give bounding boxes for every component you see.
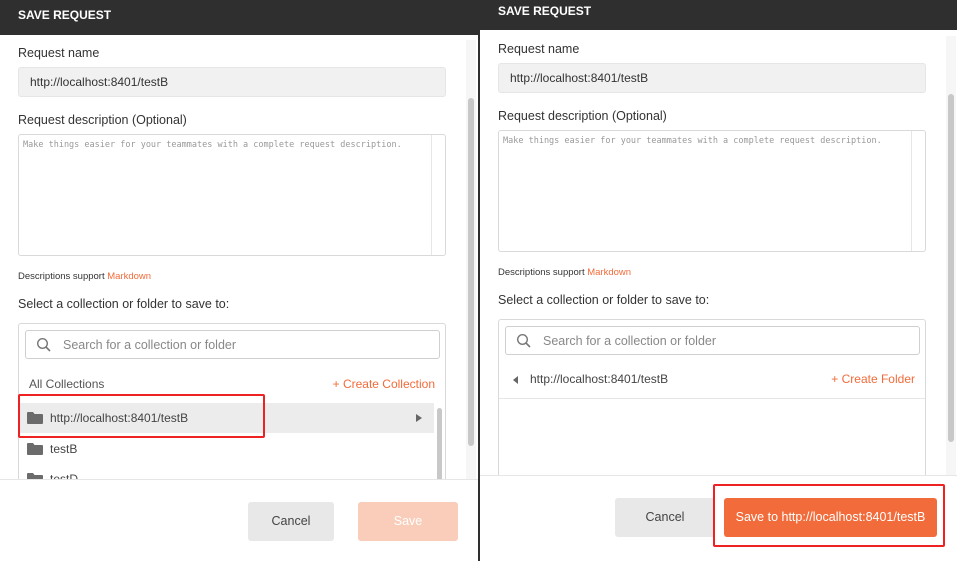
select-collection-label: Select a collection or folder to save to… bbox=[18, 297, 230, 311]
request-description-label: Request description (Optional) bbox=[18, 113, 187, 127]
hint-text: Descriptions support bbox=[18, 271, 105, 282]
request-name-label: Request name bbox=[18, 46, 100, 60]
description-placeholder: Make things easier for your teammates wi… bbox=[23, 140, 402, 150]
description-placeholder: Make things easier for your teammates wi… bbox=[503, 136, 882, 146]
request-name-input[interactable]: http://localhost:8401/testB bbox=[498, 63, 926, 93]
save-request-dialog-left: SAVE REQUEST Request name http://localho… bbox=[0, 0, 478, 561]
highlight-box bbox=[18, 394, 265, 438]
back-chevron-icon[interactable] bbox=[513, 376, 518, 384]
request-name-label: Request name bbox=[498, 42, 580, 56]
dialog-scrollbar[interactable] bbox=[468, 98, 474, 446]
select-collection-label: Select a collection or folder to save to… bbox=[498, 293, 710, 307]
dialog-title: SAVE REQUEST bbox=[480, 0, 957, 30]
all-collections-label: All Collections bbox=[29, 377, 105, 391]
markdown-link[interactable]: Markdown bbox=[107, 271, 151, 282]
textarea-scrollbar[interactable] bbox=[911, 131, 925, 251]
search-placeholder: Search for a collection or folder bbox=[543, 334, 717, 348]
textarea-scrollbar[interactable] bbox=[431, 135, 445, 255]
collection-search[interactable]: Search for a collection or folder bbox=[25, 330, 440, 359]
collection-search[interactable]: Search for a collection or folder bbox=[505, 326, 920, 355]
search-placeholder: Search for a collection or folder bbox=[63, 338, 237, 352]
collection-item-label: testB bbox=[50, 442, 78, 456]
request-description-textarea[interactable]: Make things easier for your teammates wi… bbox=[18, 134, 446, 256]
request-description-label: Request description (Optional) bbox=[498, 109, 667, 123]
dialog-title: SAVE REQUEST bbox=[0, 0, 478, 35]
save-request-dialog-right: SAVE REQUEST Request name http://localho… bbox=[480, 0, 957, 561]
request-name-input[interactable]: http://localhost:8401/testB bbox=[18, 67, 446, 97]
markdown-hint: Descriptions support Markdown bbox=[18, 271, 151, 282]
highlight-box bbox=[713, 484, 945, 547]
cancel-button[interactable]: Cancel bbox=[248, 502, 334, 541]
request-description-textarea[interactable]: Make things easier for your teammates wi… bbox=[498, 130, 926, 252]
dialog-footer: Cancel Save bbox=[0, 479, 478, 561]
save-button[interactable]: Save bbox=[358, 502, 458, 541]
list-divider bbox=[499, 398, 925, 399]
collection-picker: Search for a collection or folder http:/… bbox=[498, 319, 926, 494]
chevron-right-icon[interactable] bbox=[416, 414, 422, 422]
cancel-button[interactable]: Cancel bbox=[615, 498, 715, 537]
dialog-scrollbar[interactable] bbox=[948, 94, 954, 442]
hint-text: Descriptions support bbox=[498, 267, 585, 278]
markdown-link[interactable]: Markdown bbox=[587, 267, 631, 278]
folder-icon bbox=[27, 443, 43, 455]
collection-item[interactable]: testB bbox=[19, 434, 434, 464]
markdown-hint: Descriptions support Markdown bbox=[498, 267, 631, 278]
search-icon bbox=[516, 333, 531, 348]
create-folder-link[interactable]: + Create Folder bbox=[831, 372, 915, 386]
create-collection-link[interactable]: + Create Collection bbox=[333, 377, 435, 391]
breadcrumb[interactable]: http://localhost:8401/testB bbox=[530, 372, 668, 386]
search-icon bbox=[36, 337, 51, 352]
